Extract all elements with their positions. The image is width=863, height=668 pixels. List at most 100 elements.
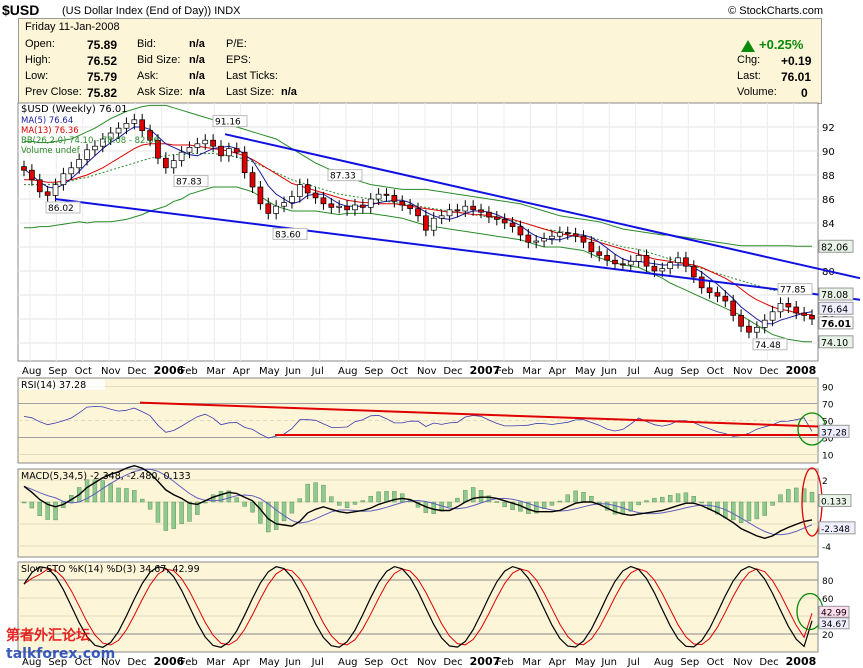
candle-body: [454, 209, 461, 212]
macd-histogram-bar: [360, 500, 366, 503]
price-ytick: 92: [822, 123, 835, 134]
macd-histogram-bar: [652, 497, 657, 503]
x-axis-label-bottom: May: [575, 657, 596, 668]
macd-histogram-bar: [549, 501, 555, 506]
sto-title: Slow STO %K(14) %D(3) 34.67, 42.99: [21, 564, 200, 575]
x-axis-label: Sep: [364, 366, 383, 377]
candle-body: [564, 232, 571, 235]
x-axis-label: Dec: [759, 366, 778, 377]
candle-body: [809, 315, 815, 320]
macd-histogram-bar: [124, 488, 129, 503]
x-axis-label: Apr: [233, 366, 251, 377]
sto-k-label: 34.67: [821, 620, 847, 630]
macd-histogram-bar: [384, 491, 389, 503]
price-annotation: 87.83: [176, 178, 202, 188]
macd-histogram-bar: [100, 480, 106, 503]
candle-body: [289, 196, 295, 203]
macd-histogram-bar: [139, 498, 145, 503]
macd-histogram-bar: [478, 490, 484, 503]
candle-body: [549, 235, 555, 239]
candle-body: [52, 184, 59, 196]
x-axis-label-bottom: Dec: [443, 657, 462, 668]
candle-body: [801, 312, 807, 316]
price-right-label: 74.10: [821, 338, 848, 349]
x-axis-label-bottom: Sep: [364, 657, 383, 668]
price-legend-item: BB(26,2.0) 74.10 - 78.08 - 82.06: [21, 136, 159, 146]
x-axis-label-bottom: Jul: [311, 657, 324, 668]
x-axis-label: 2008: [786, 364, 817, 377]
candle-body: [123, 123, 130, 129]
macd-histogram-bar: [675, 493, 681, 503]
macd-histogram-bar: [344, 501, 350, 509]
watermark-cn: 第者外汇论坛: [6, 628, 90, 644]
candle-body: [423, 215, 429, 231]
x-axis-label: Mar: [206, 366, 226, 377]
candle-body: [675, 257, 681, 263]
candle-body: [746, 325, 752, 333]
price-ytick: 88: [822, 171, 835, 182]
x-axis-label-bottom: 2008: [786, 655, 817, 668]
macd-histogram-bar: [132, 490, 137, 503]
candle-body: [162, 157, 169, 169]
rsi-ytick: 90: [822, 384, 834, 394]
candle-body: [738, 315, 744, 327]
candle-body: [115, 127, 122, 134]
x-axis-label: Nov: [733, 366, 753, 377]
macd-histogram-bar: [305, 483, 310, 503]
candle-body: [635, 255, 642, 262]
macd-ytick: 2: [822, 477, 828, 487]
candle-body: [722, 295, 729, 302]
macd-histogram-bar: [565, 494, 570, 503]
macd-histogram-bar: [683, 492, 689, 503]
candle-body: [643, 255, 650, 267]
price-legend-item: MA(5) 76.64: [21, 116, 73, 126]
macd-histogram-bar: [171, 501, 176, 529]
candle-body: [525, 234, 532, 243]
sto-ytick: 60: [822, 595, 834, 605]
candle-body: [761, 319, 768, 328]
macd-histogram-bar: [21, 501, 27, 504]
macd-panel: [17, 468, 819, 558]
macd-histogram-bar: [242, 501, 247, 507]
candle-body: [556, 232, 563, 237]
candle-body: [273, 205, 280, 214]
candle-body: [68, 167, 75, 175]
candle-body: [580, 235, 587, 243]
price-right-label: 76.01: [821, 319, 851, 330]
x-axis-label: Dec: [127, 366, 146, 377]
x-axis-label: May: [259, 366, 280, 377]
price-annotation: 74.48: [755, 341, 781, 351]
x-axis-label: May: [575, 366, 596, 377]
macd-histogram-bar: [699, 501, 704, 504]
candle-body: [29, 169, 35, 181]
macd-histogram-bar: [746, 501, 752, 522]
candle-body: [210, 139, 216, 147]
candle-body: [620, 263, 626, 266]
macd-histogram-bar: [770, 501, 775, 506]
candle-body: [36, 179, 43, 193]
x-axis-label-bottom: Nov: [733, 657, 753, 668]
x-axis-label: Aug: [654, 366, 674, 377]
candle-body: [690, 265, 697, 278]
macd-histogram-bar: [179, 501, 184, 524]
macd-histogram-bar: [352, 501, 358, 505]
candle-body: [415, 208, 421, 217]
x-axis-label-bottom: Jun: [600, 657, 617, 668]
macd-histogram-bar: [738, 501, 744, 524]
x-axis-label: Feb: [180, 366, 198, 377]
x-axis-label: Oct: [75, 366, 92, 377]
candle-body: [241, 151, 248, 173]
macd-histogram-bar: [502, 501, 507, 508]
x-axis-label-bottom: Jun: [284, 657, 301, 668]
candle-body: [76, 159, 83, 169]
macd-histogram-bar: [589, 495, 594, 503]
x-axis-label: Mar: [522, 366, 542, 377]
sto-d-label: 42.99: [821, 608, 847, 618]
macd-histogram-bar: [691, 495, 696, 503]
macd-histogram-bar: [667, 495, 673, 503]
macd-histogram-bar: [794, 487, 799, 503]
candle-body: [572, 233, 579, 237]
x-axis-label: Jul: [627, 366, 640, 377]
candle-body: [352, 204, 358, 211]
candle-body: [202, 139, 209, 145]
